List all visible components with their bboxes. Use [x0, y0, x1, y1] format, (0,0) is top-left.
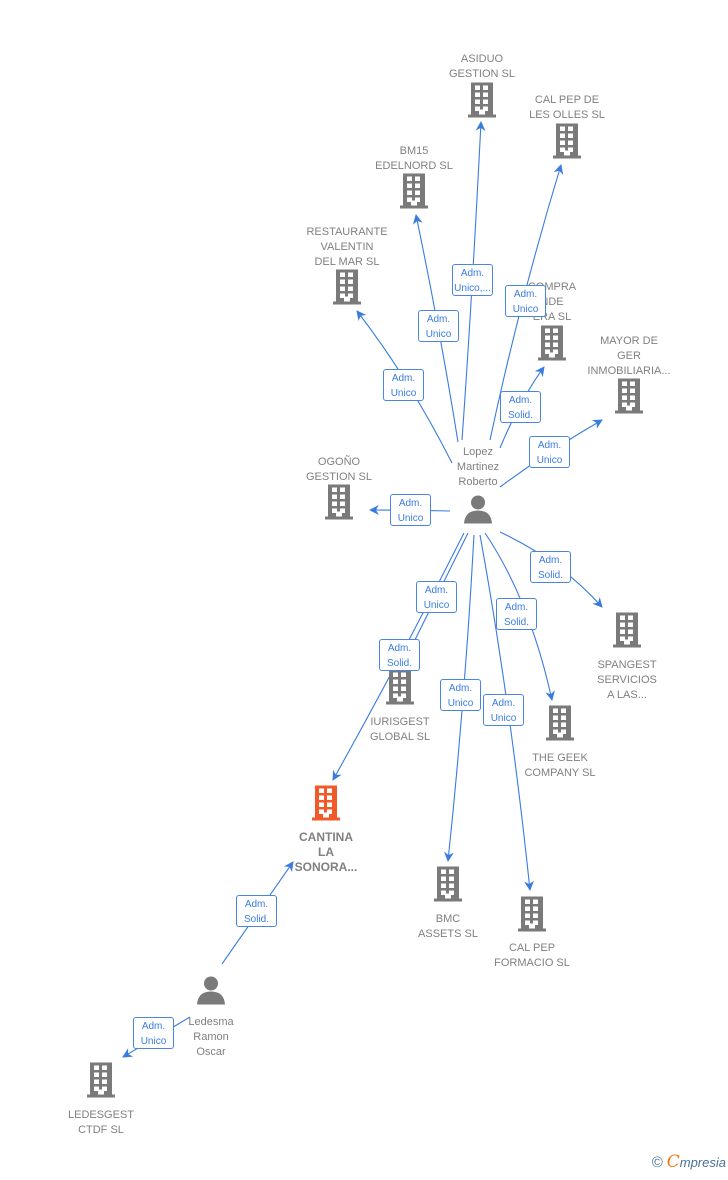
building-icon[interactable] [86, 1062, 116, 1103]
role-label[interactable]: Adm. Solid. [500, 391, 541, 423]
building-icon[interactable] [545, 705, 575, 746]
node-label-bmc[interactable]: BMC ASSETS SL [383, 912, 513, 942]
node-label-mayor[interactable]: MAYOR DE GER INMOBILIARIA... [564, 334, 694, 379]
building-icon[interactable] [612, 612, 642, 653]
role-label[interactable]: Adm. Unico [418, 310, 459, 342]
building-icon[interactable] [433, 866, 463, 907]
building-icon[interactable] [467, 82, 497, 123]
node-label-geek[interactable]: THE GEEK COMPANY SL [495, 751, 625, 781]
building-icon[interactable] [517, 896, 547, 937]
role-label[interactable]: Adm. Solid. [379, 639, 420, 671]
node-label-lopez[interactable]: Lopez Martinez Roberto [413, 445, 543, 490]
edges-layer [122, 121, 603, 1058]
role-label[interactable]: Adm. Solid. [496, 598, 537, 630]
node-label-spangest[interactable]: SPANGEST SERVICIOS A LAS... [562, 658, 692, 703]
role-label[interactable]: Adm. Unico [390, 494, 431, 526]
role-label[interactable]: Adm. Unico [505, 285, 546, 317]
node-label-ledesgest[interactable]: LEDESGEST CTDF SL [36, 1108, 166, 1138]
building-icon[interactable] [385, 669, 415, 710]
building-icon[interactable] [324, 484, 354, 525]
role-label[interactable]: Adm. Unico [133, 1017, 174, 1049]
empresia-logo: © Cmpresia [651, 1152, 726, 1172]
node-label-cantina[interactable]: CANTINA LA SONORA... [261, 830, 391, 875]
role-label[interactable]: Adm. Solid. [530, 551, 571, 583]
role-label[interactable]: Adm. Unico [383, 369, 424, 401]
role-label[interactable]: Adm. Unico [529, 436, 570, 468]
building-icon[interactable] [614, 378, 644, 419]
building-icon[interactable] [399, 173, 429, 214]
role-label[interactable]: Adm. Unico,... [452, 264, 493, 296]
building-icon[interactable] [332, 269, 362, 310]
node-label-ogono[interactable]: OGOÑO GESTION SL [274, 455, 404, 485]
building-icon[interactable] [537, 325, 567, 366]
person-icon[interactable] [463, 494, 493, 529]
building-icon[interactable] [311, 785, 341, 826]
node-label-iurisgest[interactable]: IURISGEST GLOBAL SL [335, 715, 465, 745]
role-label[interactable]: Adm. Unico [483, 694, 524, 726]
node-label-asiduo[interactable]: ASIDUO GESTION SL [417, 52, 547, 82]
node-label-calpep_olles[interactable]: CAL PEP DE LES OLLES SL [502, 93, 632, 123]
person-icon[interactable] [196, 975, 226, 1010]
network-diagram: ASIDUO GESTION SL CAL PEP DE LES OLLES SL… [0, 0, 728, 1180]
node-label-calpep_form[interactable]: CAL PEP FORMACIO SL [467, 941, 597, 971]
node-label-restaurante[interactable]: RESTAURANTE VALENTIN DEL MAR SL [282, 225, 412, 270]
building-icon[interactable] [552, 123, 582, 164]
role-label[interactable]: Adm. Solid. [236, 895, 277, 927]
node-label-bm15[interactable]: BM15 EDELNORD SL [349, 144, 479, 174]
role-label[interactable]: Adm. Unico [440, 679, 481, 711]
role-label[interactable]: Adm. Unico [416, 581, 457, 613]
